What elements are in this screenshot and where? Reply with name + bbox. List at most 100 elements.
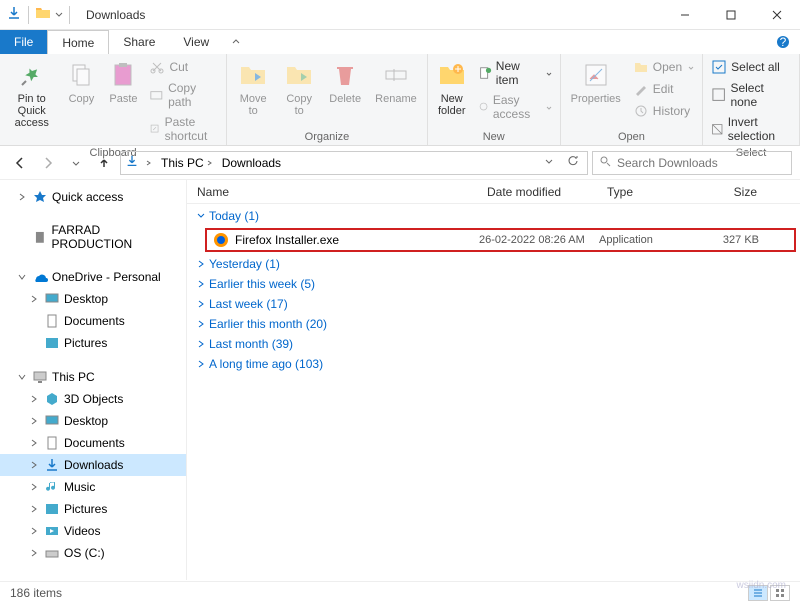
- group-last-month[interactable]: Last month (39): [187, 334, 800, 354]
- sidebar-osc[interactable]: OS (C:): [0, 542, 186, 564]
- copy-button[interactable]: Copy: [61, 57, 101, 107]
- sidebar-desktop[interactable]: Desktop: [0, 410, 186, 432]
- easy-access-button[interactable]: Easy access: [474, 91, 556, 123]
- select-all-button[interactable]: Select all: [707, 57, 795, 77]
- file-date: 26-02-2022 08:26 AM: [479, 234, 599, 246]
- select-none-button[interactable]: Select none: [707, 79, 795, 111]
- label: Rename: [375, 93, 417, 105]
- titlebar: Downloads: [0, 0, 800, 30]
- edit-button[interactable]: Edit: [629, 79, 698, 99]
- copy-path-button[interactable]: Copy path: [145, 79, 222, 111]
- col-type[interactable]: Type: [597, 185, 687, 199]
- chevron-down-icon: [686, 60, 694, 74]
- col-size[interactable]: Size: [687, 185, 767, 199]
- history-button[interactable]: History: [629, 101, 698, 121]
- breadcrumb-this-pc[interactable]: This PC: [159, 156, 216, 170]
- tab-file[interactable]: File: [0, 30, 47, 54]
- file-row-firefox[interactable]: Firefox Installer.exe 26-02-2022 08:26 A…: [205, 228, 796, 252]
- back-button[interactable]: [8, 151, 32, 175]
- paste-button[interactable]: Paste: [103, 57, 143, 107]
- ribbon-group-organize: Move to Copy to Delete Rename Organize: [227, 54, 428, 145]
- search-icon: [599, 155, 611, 170]
- sidebar-pictures[interactable]: Pictures: [0, 498, 186, 520]
- documents-icon: [44, 435, 60, 451]
- invert-selection-button[interactable]: Invert selection: [707, 113, 795, 145]
- breadcrumb-downloads[interactable]: Downloads: [220, 156, 283, 170]
- chevron-down-icon: [544, 100, 552, 114]
- search-input[interactable]: [617, 156, 785, 170]
- copy-to-button[interactable]: Copy to: [277, 57, 321, 119]
- building-icon: [32, 229, 48, 245]
- file-list: Name Date modified Type Size Today (1) F…: [187, 180, 800, 580]
- new-folder-button[interactable]: New folder: [432, 57, 472, 119]
- sidebar-videos[interactable]: Videos: [0, 520, 186, 542]
- sidebar-quick-access[interactable]: Quick access: [0, 186, 186, 208]
- divider: [28, 6, 29, 24]
- breadcrumb-root[interactable]: [143, 156, 155, 170]
- up-button[interactable]: [92, 151, 116, 175]
- delete-button[interactable]: Delete: [323, 57, 367, 107]
- chevron-down-icon[interactable]: [55, 8, 63, 22]
- address-dropdown-button[interactable]: [539, 155, 559, 170]
- ribbon-group-clipboard: Pin to Quick access Copy Paste Cut Copy …: [0, 54, 227, 145]
- tab-share[interactable]: Share: [109, 30, 169, 54]
- group-today[interactable]: Today (1): [187, 206, 800, 226]
- col-name[interactable]: Name: [187, 185, 477, 199]
- watermark: wsiidn.com: [737, 580, 786, 591]
- col-date[interactable]: Date modified: [477, 185, 597, 199]
- sidebar-od-pictures[interactable]: Pictures: [0, 332, 186, 354]
- sidebar-od-documents[interactable]: Documents: [0, 310, 186, 332]
- rename-button[interactable]: Rename: [369, 57, 423, 107]
- ribbon-group-new: New folder New item Easy access New: [428, 54, 561, 145]
- group-long-time[interactable]: A long time ago (103): [187, 354, 800, 374]
- pin-to-quick-access-button[interactable]: Pin to Quick access: [4, 57, 59, 131]
- move-to-button[interactable]: Move to: [231, 57, 275, 119]
- invert-icon: [711, 121, 724, 137]
- open-button[interactable]: Open: [629, 57, 698, 77]
- search-box[interactable]: [592, 151, 792, 175]
- main: Quick access FARRAD PRODUCTION OneDrive …: [0, 180, 800, 580]
- new-item-button[interactable]: New item: [474, 57, 556, 89]
- pictures-icon: [44, 501, 60, 517]
- sidebar-onedrive[interactable]: OneDrive - Personal: [0, 266, 186, 288]
- chevron-right-icon: [197, 257, 205, 271]
- maximize-button[interactable]: [708, 0, 754, 30]
- edit-icon: [633, 81, 649, 97]
- new-folder-icon: [436, 59, 468, 91]
- group-earlier-week[interactable]: Earlier this week (5): [187, 274, 800, 294]
- item-count: 186 items: [10, 586, 62, 600]
- delete-icon: [329, 59, 361, 91]
- group-earlier-month[interactable]: Earlier this month (20): [187, 314, 800, 334]
- file-name: Firefox Installer.exe: [235, 233, 339, 247]
- refresh-button[interactable]: [563, 155, 583, 170]
- sidebar-3d-objects[interactable]: 3D Objects: [0, 388, 186, 410]
- group-last-week[interactable]: Last week (17): [187, 294, 800, 314]
- help-button[interactable]: ?: [766, 30, 800, 54]
- sidebar-network[interactable]: Network: [0, 576, 186, 580]
- sidebar-documents[interactable]: Documents: [0, 432, 186, 454]
- paste-shortcut-button[interactable]: Paste shortcut: [145, 113, 222, 145]
- window-title: Downloads: [86, 8, 145, 22]
- downloads-icon: [44, 457, 60, 473]
- tab-home[interactable]: Home: [47, 30, 109, 54]
- properties-button[interactable]: Properties: [565, 57, 627, 107]
- copy-path-icon: [149, 87, 164, 103]
- minimize-button[interactable]: [662, 0, 708, 30]
- group-yesterday[interactable]: Yesterday (1): [187, 254, 800, 274]
- recent-locations-button[interactable]: [64, 151, 88, 175]
- cut-button[interactable]: Cut: [145, 57, 222, 77]
- sidebar-od-desktop[interactable]: Desktop: [0, 288, 186, 310]
- sidebar-music[interactable]: Music: [0, 476, 186, 498]
- tab-view[interactable]: View: [169, 30, 223, 54]
- addressbar[interactable]: This PC Downloads: [120, 151, 588, 175]
- sidebar-farrad[interactable]: FARRAD PRODUCTION: [0, 220, 186, 254]
- forward-button[interactable]: [36, 151, 60, 175]
- sidebar-downloads[interactable]: Downloads: [0, 454, 186, 476]
- sidebar-this-pc[interactable]: This PC: [0, 366, 186, 388]
- group-label: Organize: [231, 129, 423, 145]
- group-label: Open: [565, 129, 699, 145]
- ribbon: Pin to Quick access Copy Paste Cut Copy …: [0, 54, 800, 146]
- cloud-icon: [32, 269, 48, 285]
- expand-ribbon-button[interactable]: [223, 30, 249, 54]
- close-button[interactable]: [754, 0, 800, 30]
